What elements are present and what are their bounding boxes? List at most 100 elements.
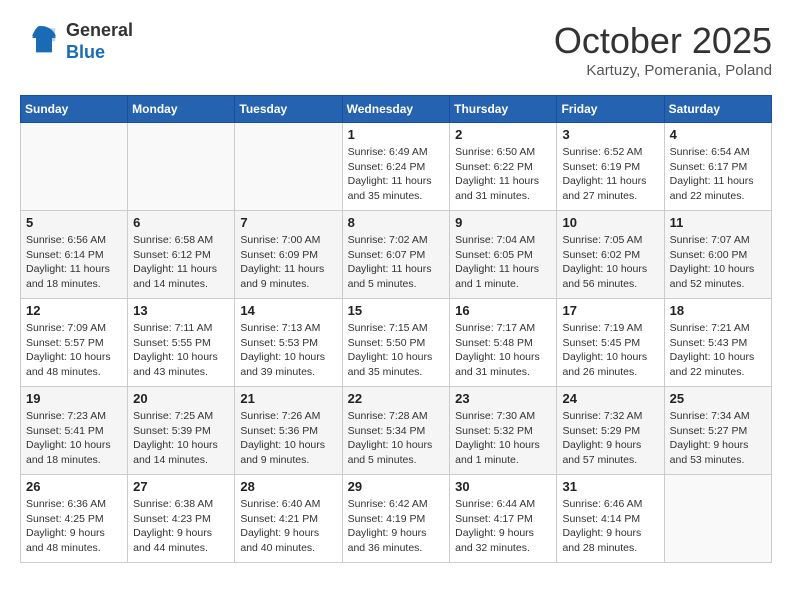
day-number: 5 <box>26 215 122 230</box>
day-info: Sunrise: 7:13 AMSunset: 5:53 PMDaylight:… <box>240 321 336 380</box>
calendar-cell: 15Sunrise: 7:15 AMSunset: 5:50 PMDayligh… <box>342 299 450 387</box>
day-number: 12 <box>26 303 122 318</box>
day-number: 23 <box>455 391 551 406</box>
day-of-week-header: Friday <box>557 96 664 123</box>
day-number: 9 <box>455 215 551 230</box>
calendar-cell: 18 Sunrise: 7:21 AMSunset: 5:43 PMDayligh… <box>664 299 771 387</box>
calendar-cell: 13 Sunrise: 7:11 AMSunset: 5:55 PMDayligh… <box>128 299 235 387</box>
calendar-cell: 2 Sunrise: 6:50 AMSunset: 6:22 PMDaylight… <box>450 123 557 211</box>
calendar-cell: 26 Sunrise: 6:36 AMSunset: 4:25 PMDayligh… <box>21 475 128 563</box>
day-info: Sunrise: 6:52 AMSunset: 6:19 PMDaylight:… <box>562 145 658 204</box>
day-number: 3 <box>562 127 658 142</box>
calendar-cell: 14 Sunrise: 7:13 AMSunset: 5:53 PMDayligh… <box>235 299 342 387</box>
day-info: Sunrise: 7:00 AMSunset: 6:09 PMDaylight:… <box>240 233 336 292</box>
calendar-cell: 16Sunrise: 7:17 AMSunset: 5:48 PMDayligh… <box>450 299 557 387</box>
calendar-cell <box>664 475 771 563</box>
calendar-cell: 30Sunrise: 6:44 AMSunset: 4:17 PMDayligh… <box>450 475 557 563</box>
day-info: Sunrise: 6:38 AMSunset: 4:23 PMDaylight:… <box>133 497 229 556</box>
day-number: 17 <box>562 303 658 318</box>
day-info: Sunrise: 7:09 AMSunset: 5:57 PMDaylight:… <box>26 321 122 380</box>
month-title: October 2025 <box>554 20 772 62</box>
day-info: Sunrise: 6:36 AMSunset: 4:25 PMDaylight:… <box>26 497 122 556</box>
day-number: 8 <box>348 215 445 230</box>
calendar-cell: 24 Sunrise: 7:32 AMSunset: 5:29 PMDayligh… <box>557 387 664 475</box>
day-number: 29 <box>348 479 445 494</box>
calendar-cell: 12 Sunrise: 7:09 AMSunset: 5:57 PMDayligh… <box>21 299 128 387</box>
day-of-week-header: Monday <box>128 96 235 123</box>
day-info: Sunrise: 7:11 AMSunset: 5:55 PMDaylight:… <box>133 321 229 380</box>
day-of-week-header: Sunday <box>21 96 128 123</box>
calendar-cell: 7Sunrise: 7:00 AMSunset: 6:09 PMDaylight… <box>235 211 342 299</box>
calendar-cell: 19 Sunrise: 7:23 AMSunset: 5:41 PMDayligh… <box>21 387 128 475</box>
calendar-cell: 29 Sunrise: 6:42 AMSunset: 4:19 PMDayligh… <box>342 475 450 563</box>
calendar-table: SundayMondayTuesdayWednesdayThursdayFrid… <box>20 95 772 563</box>
day-info: Sunrise: 6:56 AMSunset: 6:14 PMDaylight:… <box>26 233 122 292</box>
calendar-cell: 6 Sunrise: 6:58 AMSunset: 6:12 PMDaylight… <box>128 211 235 299</box>
day-info: Sunrise: 7:28 AMSunset: 5:34 PMDaylight:… <box>348 409 445 468</box>
day-info: Sunrise: 6:42 AMSunset: 4:19 PMDaylight:… <box>348 497 445 556</box>
calendar-cell: 1 Sunrise: 6:49 AMSunset: 6:24 PMDaylight… <box>342 123 450 211</box>
day-number: 15 <box>348 303 445 318</box>
day-number: 4 <box>670 127 766 142</box>
day-info: Sunrise: 7:19 AMSunset: 5:45 PMDaylight:… <box>562 321 658 380</box>
logo-text: General Blue <box>66 20 133 63</box>
day-info: Sunrise: 6:49 AMSunset: 6:24 PMDaylight:… <box>348 145 445 204</box>
day-info: Sunrise: 7:04 AMSunset: 6:05 PMDaylight:… <box>455 233 551 292</box>
title-block: October 2025 Kartuzy, Pomerania, Poland <box>554 20 772 79</box>
day-number: 16 <box>455 303 551 318</box>
calendar-week-row: 19 Sunrise: 7:23 AMSunset: 5:41 PMDayligh… <box>21 387 772 475</box>
calendar-cell <box>235 123 342 211</box>
day-info: Sunrise: 6:54 AMSunset: 6:17 PMDaylight:… <box>670 145 766 204</box>
day-number: 22 <box>348 391 445 406</box>
day-number: 1 <box>348 127 445 142</box>
calendar-week-row: 26 Sunrise: 6:36 AMSunset: 4:25 PMDayligh… <box>21 475 772 563</box>
day-number: 31 <box>562 479 658 494</box>
day-info: Sunrise: 6:46 AMSunset: 4:14 PMDaylight:… <box>562 497 658 556</box>
page-header: General Blue October 2025 Kartuzy, Pomer… <box>20 20 772 79</box>
calendar-cell: 28 Sunrise: 6:40 AMSunset: 4:21 PMDayligh… <box>235 475 342 563</box>
day-info: Sunrise: 7:21 AMSunset: 5:43 PMDaylight:… <box>670 321 766 380</box>
day-of-week-header: Thursday <box>450 96 557 123</box>
day-info: Sunrise: 6:50 AMSunset: 6:22 PMDaylight:… <box>455 145 551 204</box>
location-subtitle: Kartuzy, Pomerania, Poland <box>554 62 772 79</box>
calendar-cell: 9 Sunrise: 7:04 AMSunset: 6:05 PMDaylight… <box>450 211 557 299</box>
calendar-cell: 4 Sunrise: 6:54 AMSunset: 6:17 PMDaylight… <box>664 123 771 211</box>
calendar-cell: 10 Sunrise: 7:05 AMSunset: 6:02 PMDayligh… <box>557 211 664 299</box>
day-number: 13 <box>133 303 229 318</box>
calendar-cell: 8 Sunrise: 7:02 AMSunset: 6:07 PMDaylight… <box>342 211 450 299</box>
calendar-cell: 5 Sunrise: 6:56 AMSunset: 6:14 PMDaylight… <box>21 211 128 299</box>
day-info: Sunrise: 7:23 AMSunset: 5:41 PMDaylight:… <box>26 409 122 468</box>
day-number: 10 <box>562 215 658 230</box>
day-of-week-header: Wednesday <box>342 96 450 123</box>
day-info: Sunrise: 7:32 AMSunset: 5:29 PMDaylight:… <box>562 409 658 468</box>
day-number: 18 <box>670 303 766 318</box>
day-number: 6 <box>133 215 229 230</box>
day-number: 24 <box>562 391 658 406</box>
day-number: 14 <box>240 303 336 318</box>
day-of-week-header: Saturday <box>664 96 771 123</box>
day-info: Sunrise: 7:07 AMSunset: 6:00 PMDaylight:… <box>670 233 766 292</box>
calendar-cell: 22 Sunrise: 7:28 AMSunset: 5:34 PMDayligh… <box>342 387 450 475</box>
day-info: Sunrise: 6:40 AMSunset: 4:21 PMDaylight:… <box>240 497 336 556</box>
day-info: Sunrise: 7:30 AMSunset: 5:32 PMDaylight:… <box>455 409 551 468</box>
day-number: 2 <box>455 127 551 142</box>
day-number: 27 <box>133 479 229 494</box>
day-info: Sunrise: 7:02 AMSunset: 6:07 PMDaylight:… <box>348 233 445 292</box>
day-number: 11 <box>670 215 766 230</box>
day-number: 30 <box>455 479 551 494</box>
calendar-cell <box>128 123 235 211</box>
day-number: 19 <box>26 391 122 406</box>
calendar-cell: 11 Sunrise: 7:07 AMSunset: 6:00 PMDayligh… <box>664 211 771 299</box>
day-of-week-header: Tuesday <box>235 96 342 123</box>
calendar-cell <box>21 123 128 211</box>
logo: General Blue <box>20 20 133 63</box>
day-info: Sunrise: 6:58 AMSunset: 6:12 PMDaylight:… <box>133 233 229 292</box>
day-number: 25 <box>670 391 766 406</box>
day-number: 26 <box>26 479 122 494</box>
logo-icon <box>20 22 60 62</box>
day-number: 28 <box>240 479 336 494</box>
calendar-cell: 25Sunrise: 7:34 AMSunset: 5:27 PMDayligh… <box>664 387 771 475</box>
calendar-cell: 17 Sunrise: 7:19 AMSunset: 5:45 PMDayligh… <box>557 299 664 387</box>
day-info: Sunrise: 7:05 AMSunset: 6:02 PMDaylight:… <box>562 233 658 292</box>
calendar-cell: 23 Sunrise: 7:30 AMSunset: 5:32 PMDayligh… <box>450 387 557 475</box>
